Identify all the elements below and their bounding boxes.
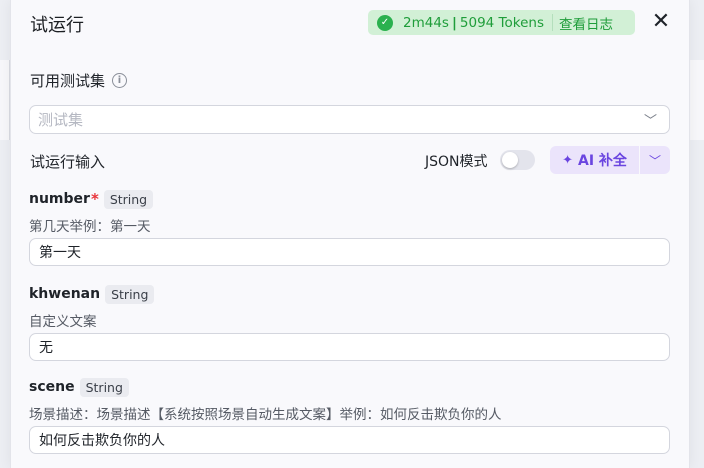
close-icon: ✕: [651, 9, 671, 34]
field-description: 场景描述：场景描述【系统按照场景自动生成文案】举例：如何反击欺负你的人: [29, 407, 502, 423]
background-node-left: [0, 60, 10, 140]
panel-title: 试运行: [30, 15, 84, 36]
field-name: khwenan: [29, 286, 101, 302]
field-description: 第几天举例：第一天: [29, 219, 151, 235]
field-name: scene: [29, 379, 75, 395]
run-duration: 2m44s: [403, 14, 449, 31]
sparkle-icon: ✦: [562, 152, 573, 168]
panel-header: 试运行 ✓ 2m44s | 5094 Tokens 查看日志 ✕: [11, 0, 689, 46]
test-run-panel: 试运行 ✓ 2m44s | 5094 Tokens 查看日志 ✕ 可用测试集 i…: [10, 0, 690, 468]
ai-complete-dropdown-button[interactable]: ﹀: [640, 146, 670, 174]
field-header: khwenan String: [29, 284, 670, 304]
field-description: 自定义文案: [29, 314, 97, 330]
scene-input[interactable]: 如何反击欺负你的人: [29, 426, 670, 454]
chevron-down-icon: ﹀: [643, 114, 657, 129]
view-log-link[interactable]: 查看日志: [559, 13, 613, 33]
ai-complete-label: AI 补全: [577, 153, 627, 169]
toggle-knob: [502, 152, 518, 168]
info-icon[interactable]: i: [112, 73, 128, 88]
field-number: number * String 第几天举例：第一天 第一天: [29, 189, 670, 266]
field-khwenan: khwenan String 自定义文案 无: [29, 284, 670, 361]
ai-complete-button[interactable]: ✦ AI 补全: [550, 146, 639, 174]
test-set-placeholder: 测试集: [38, 111, 84, 129]
field-scene: scene String 场景描述：场景描述【系统按照场景自动生成文案】举例：如…: [29, 377, 670, 454]
status-divider: [551, 14, 553, 31]
close-button[interactable]: ✕: [650, 11, 672, 33]
field-name: number: [29, 191, 90, 207]
field-header: scene String: [29, 377, 670, 397]
number-input[interactable]: 第一天: [29, 238, 670, 266]
input-value: 无: [39, 340, 53, 356]
run-input-label: 试运行输入: [30, 153, 106, 171]
test-set-select[interactable]: 测试集 ﹀: [29, 105, 670, 134]
chevron-down-icon: ﹀: [648, 153, 661, 168]
success-check-icon: ✓: [377, 14, 393, 31]
field-header: number * String: [29, 189, 670, 209]
type-tag: String: [103, 189, 154, 209]
test-set-section-title: 可用测试集 i: [30, 70, 128, 91]
json-mode-toggle[interactable]: [500, 150, 535, 170]
input-value: 第一天: [39, 245, 81, 261]
token-count: 5094 Tokens: [459, 14, 544, 31]
required-mark: *: [90, 190, 99, 208]
status-separator: |: [451, 14, 457, 31]
run-status-badge: ✓ 2m44s | 5094 Tokens 查看日志: [368, 10, 635, 35]
test-set-title: 可用测试集: [30, 72, 106, 90]
type-tag: String: [79, 377, 129, 397]
json-mode-label: JSON模式: [425, 154, 488, 170]
input-value: 如何反击欺负你的人: [39, 433, 165, 449]
type-tag: String: [105, 284, 155, 304]
khwenan-input[interactable]: 无: [29, 333, 670, 361]
